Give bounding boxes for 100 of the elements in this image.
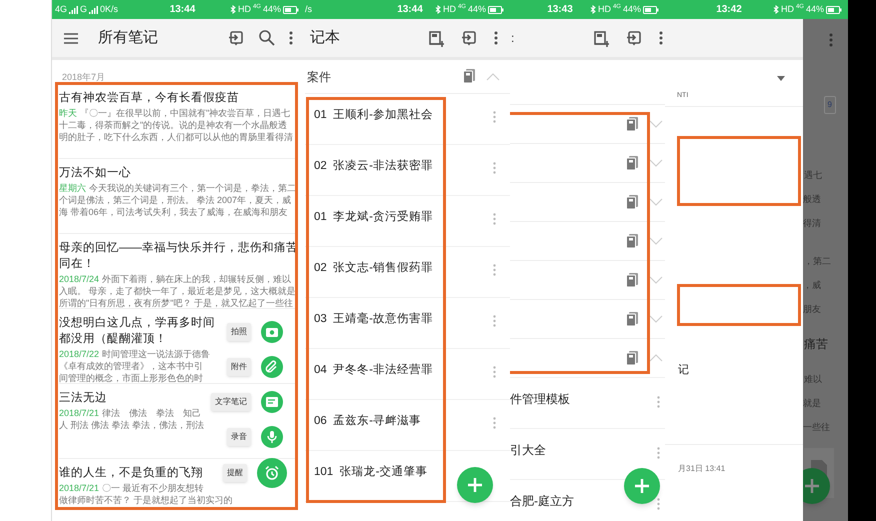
chevron-icon[interactable] [649, 119, 663, 129]
menu-icon[interactable] [64, 32, 78, 44]
status-time: 13:44 [168, 3, 196, 17]
chevron-icon[interactable] [486, 72, 500, 82]
dropdown-arrow-icon[interactable] [777, 76, 785, 80]
chevron-icon[interactable] [649, 314, 663, 324]
more-icon[interactable] [494, 31, 498, 45]
menu-label[interactable]: 拍照 [227, 323, 251, 341]
book-add-icon[interactable] [428, 30, 445, 46]
status-text: 44% [262, 2, 281, 16]
status-text: HD [238, 2, 251, 16]
status-time: 13:44 [396, 3, 424, 17]
notebook-name[interactable]: 件管理模板 [510, 390, 570, 408]
notebook-name[interactable]: 引大全 [510, 441, 546, 459]
note-excerpt: 个词是佛法，第三个词是，刑法。 拳法 2007年，夏天，威 海 带着06年，司法考试失利，我去了威海，在威海和朋友 [59, 194, 292, 218]
notebook-name[interactable]: 04 尹冬冬-非法经营罪 [314, 362, 434, 380]
note-title: 万法不如一心 [59, 165, 131, 181]
bluetooth-icon [590, 5, 596, 14]
note-date: 2018/7/24 [59, 273, 100, 285]
note-date: 星期六 [59, 182, 86, 194]
note-date: 昨天 [59, 107, 77, 119]
notebook-name[interactable]: 02 张凌云-非法获密罪 [314, 158, 434, 176]
notebook-icon [626, 272, 639, 288]
notebook-icon [626, 156, 639, 170]
notebook-icon [626, 350, 639, 366]
battery-icon [643, 6, 659, 14]
action-button[interactable] [261, 321, 283, 343]
plus-icon [467, 477, 483, 493]
chevron-icon[interactable] [649, 236, 663, 246]
bluetooth-icon [230, 5, 236, 14]
import-icon[interactable] [461, 30, 478, 46]
notebook-name[interactable]: 03 王靖毫-故意伤害罪 [314, 311, 434, 328]
note-title: 谁的人生，不是负重的飞翔 [59, 465, 203, 481]
add-button[interactable] [803, 468, 830, 504]
import-icon[interactable] [228, 30, 245, 46]
notebook-name[interactable]: 02 张文志-销售假药罪 [314, 260, 434, 278]
signal-icon [89, 6, 98, 14]
chevron-icon[interactable] [649, 275, 663, 285]
status-time: 13:42 [715, 3, 743, 17]
count-badge: 9 [824, 96, 836, 114]
plus-icon [634, 478, 650, 494]
section-title: 案件 [307, 68, 332, 86]
add-button[interactable] [624, 468, 660, 504]
note-date: 2018/7/22 [59, 348, 100, 360]
notebook-icon [626, 116, 639, 132]
notebook-icon [626, 234, 639, 248]
more-icon[interactable] [659, 31, 663, 45]
status-text: 44% [622, 2, 641, 16]
status-text: 44% [468, 2, 486, 16]
note-excerpt: 人 刑法 佛法 拳法 拳法，佛法，刑法 [59, 419, 204, 431]
add-button[interactable] [457, 467, 493, 503]
action-button[interactable] [261, 391, 283, 413]
note-date: 2018/7/21 [59, 482, 100, 494]
screen-title: 所有笔记 [98, 28, 159, 48]
notebook-name[interactable]: 01 李龙斌-贪污受贿罪 [314, 209, 434, 226]
note-excerpt: 入眠。 母亲，走了都快一年了，最近老是梦见，这大概就是 所谓的"日有所思，夜有所梦"吧？ 于是，就又忆起了一些往 [59, 285, 296, 309]
bluetooth-icon [772, 5, 779, 14]
status-text: 4G [55, 2, 68, 16]
screen-title: 记本 [310, 28, 341, 48]
note-title: 古有神农尝百草，今有长看假疫苗 [59, 90, 239, 106]
battery-icon [826, 6, 842, 14]
chevron-icon[interactable] [649, 353, 663, 363]
note-timestamp: 月31日 13:41 [678, 464, 726, 473]
action-button[interactable] [257, 458, 287, 488]
status-text: G [80, 2, 88, 16]
notebook-name[interactable]: 06 孟兹东-寻衅滋事 [314, 413, 422, 430]
battery-icon [488, 6, 504, 14]
notebook-icon [626, 312, 639, 326]
more-icon[interactable] [289, 31, 293, 45]
action-button[interactable] [261, 356, 283, 378]
month-header: 2018年7月 [62, 72, 106, 82]
note-text-fragment: ，第二 ，威 朋友 [803, 256, 831, 314]
note-excerpt: 十二毒，得荼而解之"的传说。说的是神农有一个水晶般透 明的肚子，吃下什么东西，人们都可以从他的胃肠里看得清 [59, 119, 293, 143]
import-icon[interactable] [626, 30, 643, 46]
status-text: 0K/s [100, 2, 118, 16]
status-time: 13:43 [546, 3, 574, 17]
note-icon [264, 394, 280, 410]
note-date: 2018/7/21 [59, 407, 100, 419]
note-excerpt: 外面下着雨，躺在床上的我，却辗转反侧，难以 [102, 273, 292, 285]
bluetooth-icon [434, 5, 441, 14]
note-excerpt: 时间管理这一说法源于德鲁 [102, 348, 210, 360]
menu-label[interactable]: 附件 [227, 358, 251, 376]
notebook-name[interactable]: 合肥-庭立方 [510, 492, 574, 510]
note-excerpt: 『〇一』在很早以前，中国就有"神农尝百草，日遇七 [80, 107, 290, 119]
battery-icon [283, 6, 299, 14]
menu-label[interactable]: 文字笔记 [211, 393, 251, 411]
notebook-name[interactable]: 101 张瑞龙-交通肇事 [314, 464, 428, 482]
chevron-icon[interactable] [649, 158, 663, 168]
book-add-icon[interactable] [593, 30, 610, 46]
chevron-icon[interactable] [649, 197, 663, 207]
notebook-name[interactable]: 01 王顺利-参加黑社会 [314, 107, 434, 124]
action-button[interactable] [261, 426, 283, 448]
menu-label[interactable]: 提醒 [223, 464, 247, 482]
note-excerpt: 《卓有成效的管理者》，这本书中引 间管理的概念，市面上形形色色的时 [59, 360, 203, 384]
note-title: 三法无边 [59, 390, 107, 406]
menu-label[interactable]: 录音 [227, 428, 251, 446]
alarm-icon [264, 465, 280, 481]
note-excerpt: 律法 佛法 拳法 知己 [102, 407, 202, 419]
search-icon[interactable] [259, 30, 275, 46]
note-heading: 记 [678, 364, 689, 376]
